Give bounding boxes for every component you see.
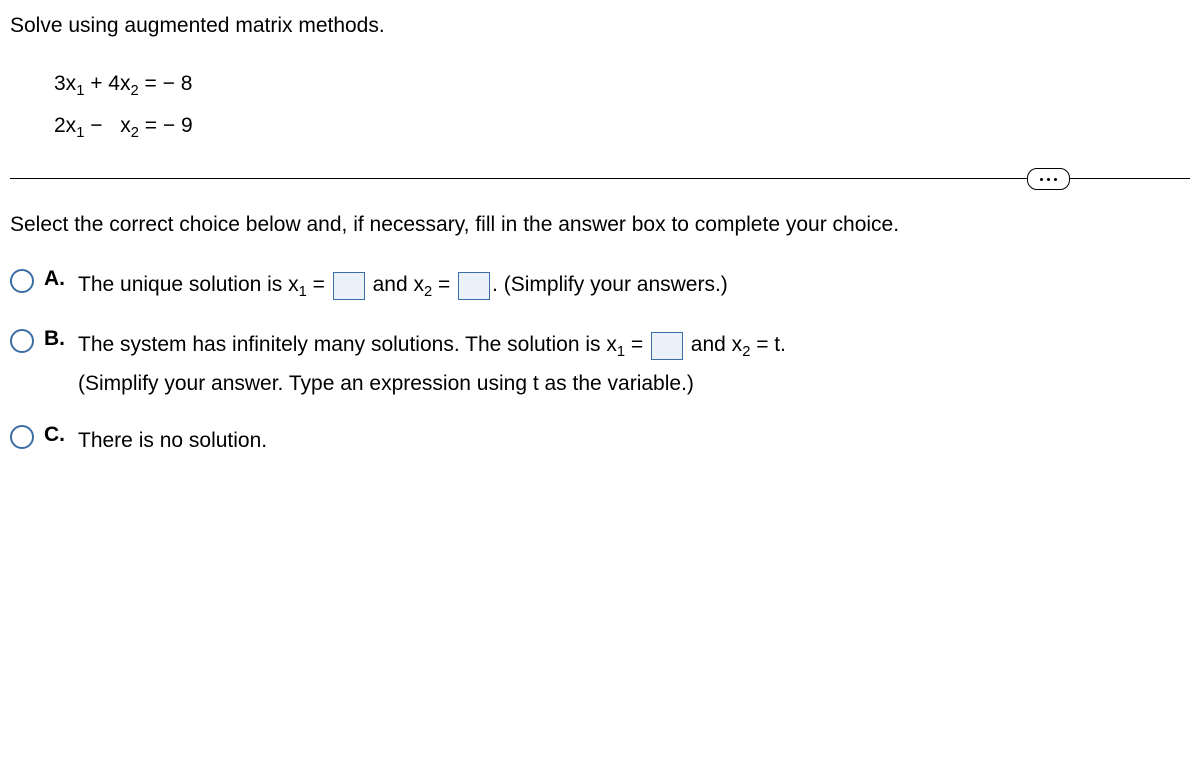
choice-a-p3: and x <box>367 273 424 296</box>
eq1-op1: + <box>84 72 108 95</box>
choice-b-text: The system has infinitely many solutions… <box>78 327 786 401</box>
eq1-term2: 4x2 <box>108 64 138 106</box>
instruction-text: Select the correct choice below and, if … <box>10 213 1190 237</box>
dot-icon <box>1054 178 1057 181</box>
choice-a-label: A. <box>44 267 68 291</box>
choice-c-label: C. <box>44 423 68 447</box>
choice-a-p1: The unique solution is x <box>78 273 299 296</box>
eq2-op1: − <box>84 114 108 137</box>
answer-box-a1[interactable] <box>333 272 365 300</box>
choice-a-p2: = <box>307 273 331 296</box>
eq2-t1-coef: 2x <box>54 114 76 137</box>
choice-b-s1: 1 <box>617 345 625 361</box>
more-pill[interactable] <box>1027 168 1070 190</box>
eq1-term1: 3x1 <box>54 64 84 106</box>
choice-b-label: B. <box>44 327 68 351</box>
choice-a-p4: = <box>432 273 456 296</box>
choice-a-s1: 1 <box>299 284 307 300</box>
choice-list: A. The unique solution is x1 = and x2 = … <box>10 267 1190 459</box>
choice-a-p5: . (Simplify your answers.) <box>492 273 728 296</box>
answer-box-a2[interactable] <box>458 272 490 300</box>
eq2-rhs: − 9 <box>163 114 193 137</box>
choice-b-p1: The system has infinitely many solutions… <box>78 333 617 356</box>
equation-system: 3x1 + 4x2 = − 8 2x1 − x2 = − 9 <box>54 64 1190 148</box>
choice-c-row: C. There is no solution. <box>10 423 1190 459</box>
dot-icon <box>1047 178 1050 181</box>
eq1-rhs: − 8 <box>163 72 193 95</box>
eq2-t2-sub: 2 <box>131 125 139 141</box>
choice-a-row: A. The unique solution is x1 = and x2 = … <box>10 267 1190 305</box>
eq2-term1: 2x1 <box>54 106 84 148</box>
choice-a-s2: 2 <box>424 284 432 300</box>
choice-b-p2: = <box>625 333 649 356</box>
equation-2: 2x1 − x2 = − 9 <box>54 106 1190 148</box>
choice-c-text: There is no solution. <box>78 423 267 459</box>
eq1-t2-sub: 2 <box>130 83 138 99</box>
eq1-equals: = <box>139 72 163 95</box>
dot-icon <box>1040 178 1043 181</box>
question-prompt: Solve using augmented matrix methods. <box>10 14 1190 38</box>
choice-a-text: The unique solution is x1 = and x2 = . (… <box>78 267 728 305</box>
divider-line <box>10 178 1190 179</box>
radio-a[interactable] <box>10 269 34 293</box>
choice-b-p3: and x <box>685 333 742 356</box>
divider <box>10 178 1190 179</box>
eq2-term2: x2 <box>120 106 139 148</box>
eq1-t1-coef: 3x <box>54 72 76 95</box>
equation-1: 3x1 + 4x2 = − 8 <box>54 64 1190 106</box>
choice-b-row: B. The system has infinitely many soluti… <box>10 327 1190 401</box>
radio-c[interactable] <box>10 425 34 449</box>
answer-box-b1[interactable] <box>651 332 683 360</box>
choice-b-p5: (Simplify your answer. Type an expressio… <box>78 372 694 395</box>
eq2-t2-coef: x <box>120 114 131 137</box>
radio-b[interactable] <box>10 329 34 353</box>
eq2-equals: = <box>139 114 163 137</box>
choice-b-p4: = t. <box>750 333 786 356</box>
eq1-t2-coef: 4x <box>108 72 130 95</box>
